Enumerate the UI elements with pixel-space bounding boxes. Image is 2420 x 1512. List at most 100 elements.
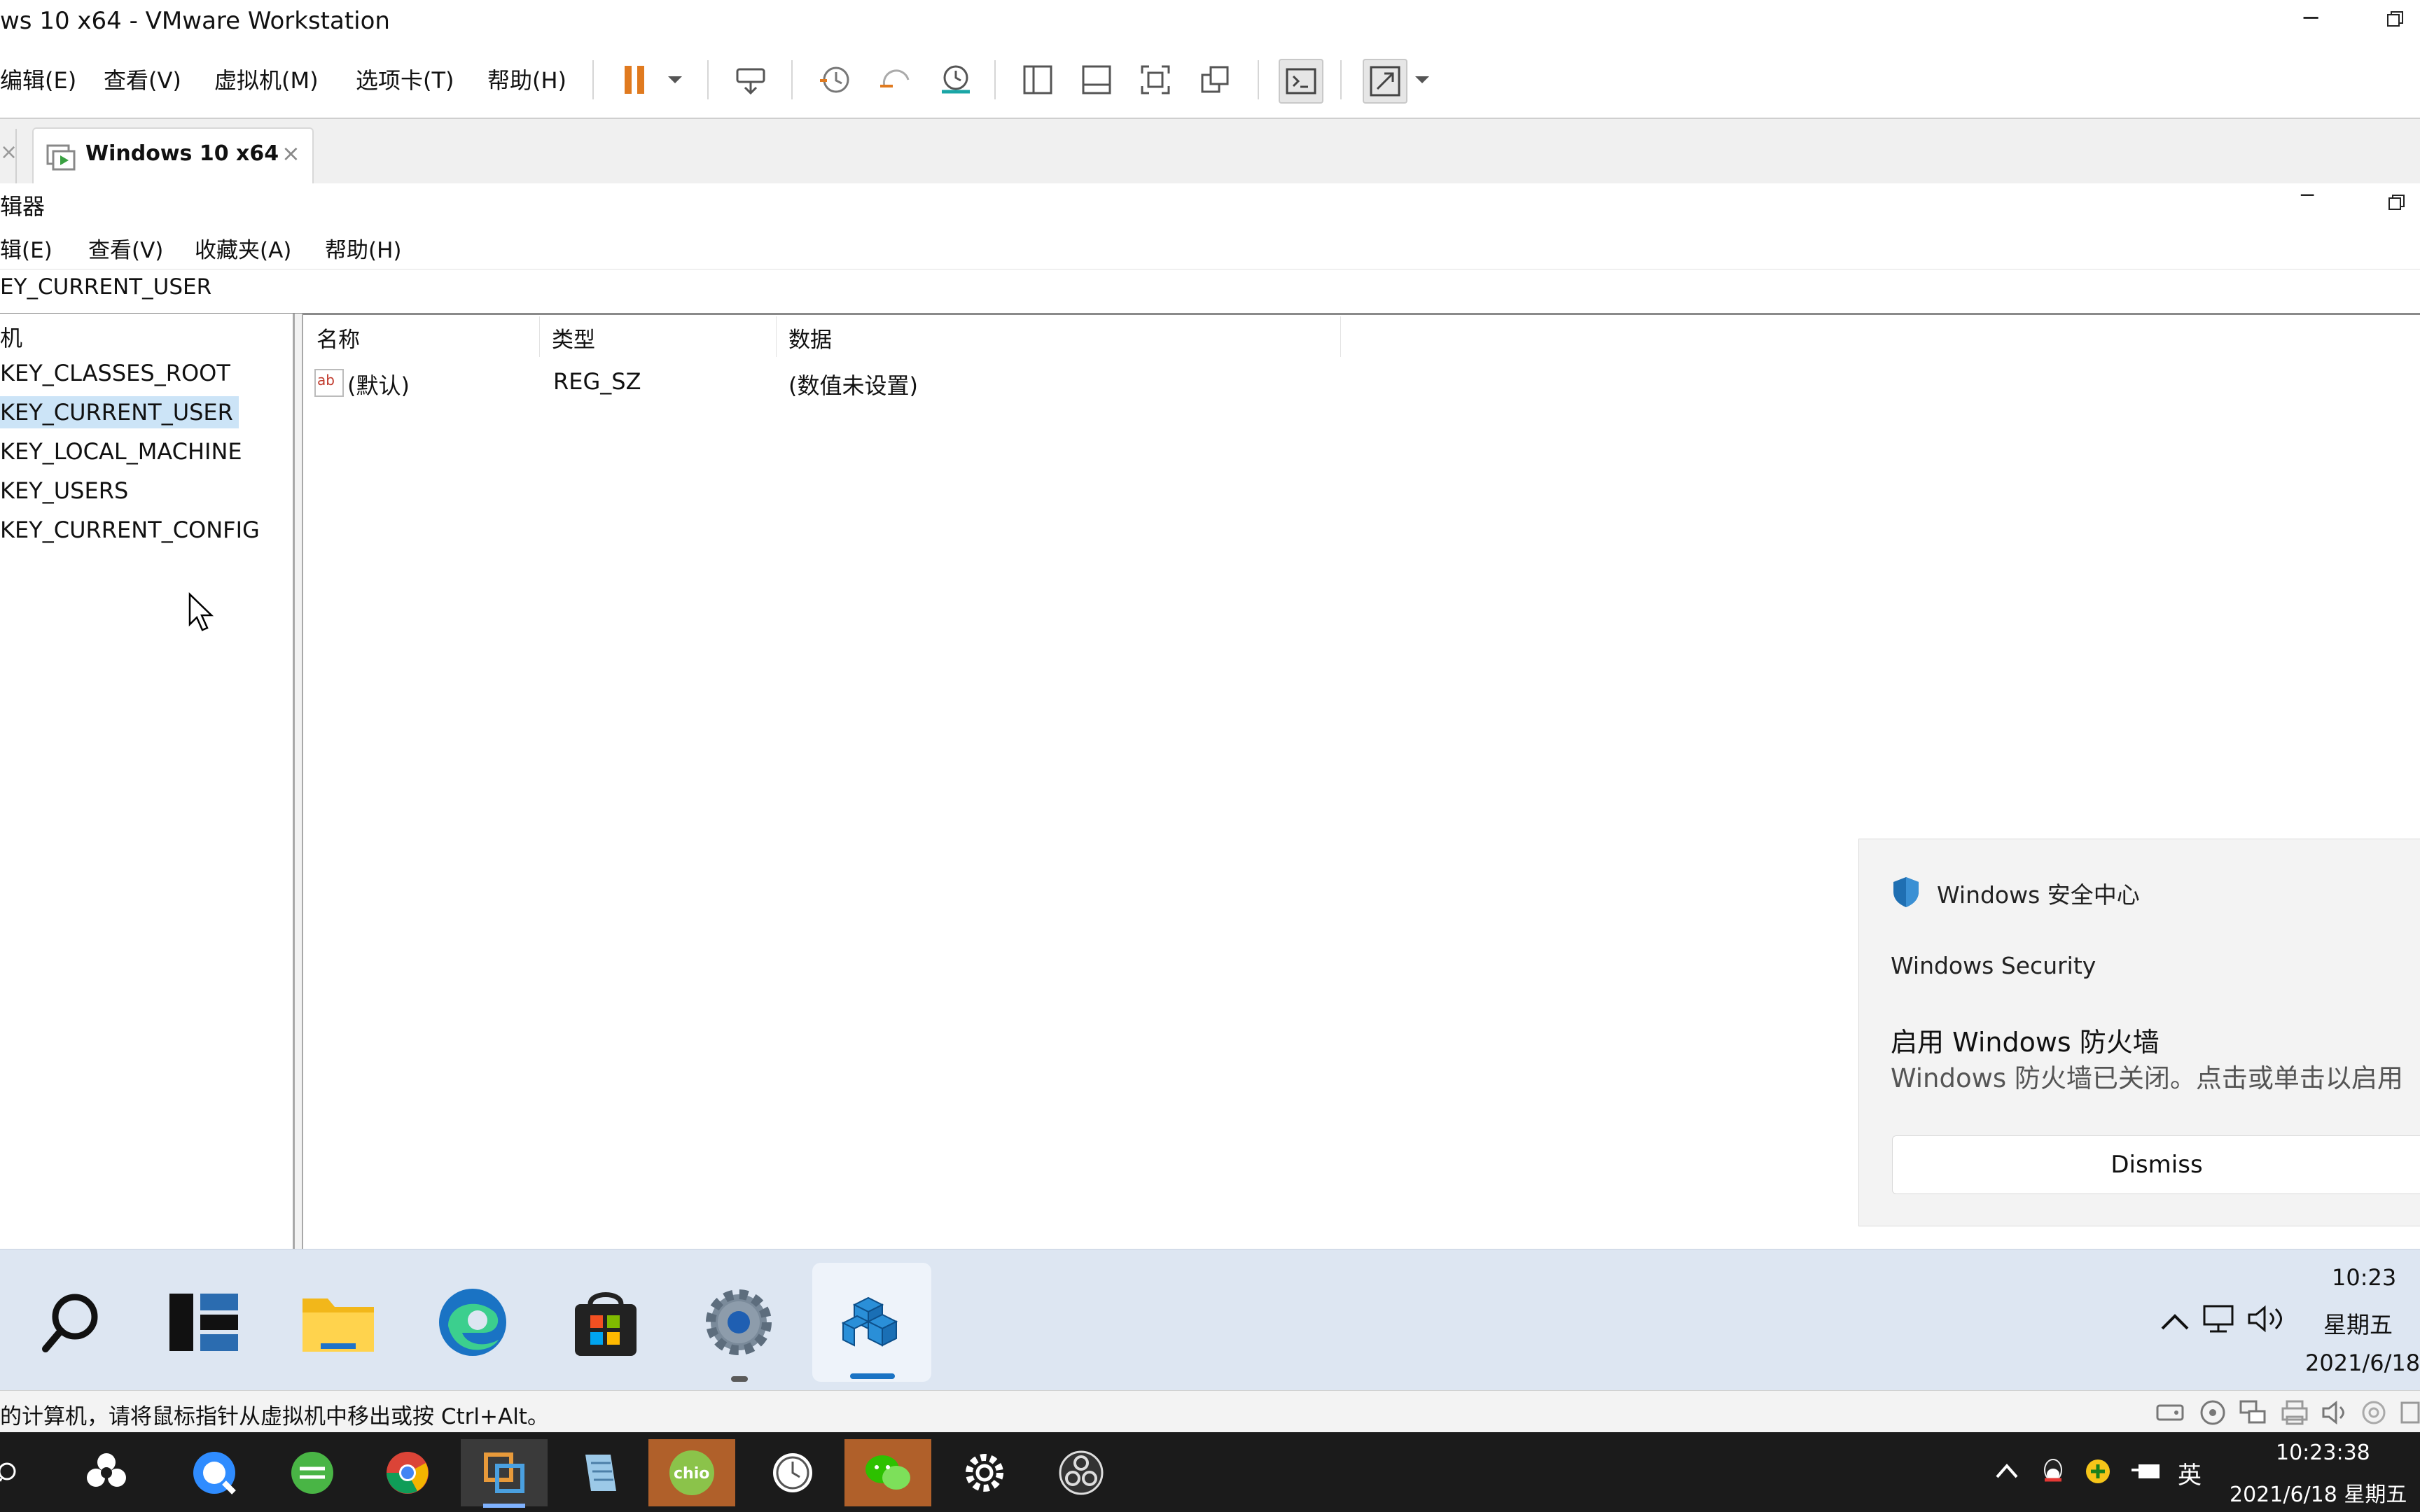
menu-view[interactable]: 查看(V)	[104, 63, 181, 95]
full-screen-button[interactable]	[1134, 59, 1176, 101]
regedit-menu-view[interactable]: 查看(V)	[88, 232, 163, 264]
menu-edit[interactable]: 编辑(E)	[0, 63, 76, 95]
menu-tabs[interactable]: 选项卡(T)	[356, 63, 454, 95]
vm-running-icon	[46, 144, 77, 175]
dismiss-button[interactable]: Dismiss	[1892, 1135, 2420, 1194]
microsoft-store-icon[interactable]	[546, 1263, 665, 1382]
caret-down-icon	[1415, 76, 1429, 83]
value-type-cell: REG_SZ	[553, 368, 641, 395]
host-notepad-icon[interactable]	[557, 1439, 644, 1506]
svg-text:chio: chio	[674, 1465, 709, 1483]
obs-icon[interactable]	[1038, 1439, 1125, 1506]
send-ctrl-alt-del-button[interactable]	[730, 59, 772, 101]
pause-button[interactable]	[613, 59, 655, 101]
wechat-icon[interactable]	[844, 1439, 931, 1506]
host-chevron-up-icon[interactable]	[1994, 1462, 2019, 1483]
file-explorer-icon[interactable]	[279, 1263, 398, 1382]
guest-clock-time[interactable]: 10:23	[2332, 1264, 2396, 1291]
network-adapter-icon[interactable]	[2238, 1399, 2267, 1429]
qq-icon[interactable]	[2039, 1456, 2067, 1490]
message-log-icon[interactable]	[2399, 1399, 2420, 1429]
regedit-restore-button[interactable]	[2388, 193, 2406, 214]
stretch-guest-button[interactable]	[1363, 59, 1407, 104]
power-dropdown-button[interactable]	[655, 59, 695, 101]
toast-heading: 启用 Windows 防火墙	[1891, 1027, 2160, 1058]
host-green-app-icon[interactable]	[269, 1439, 356, 1506]
tab-divider	[15, 129, 17, 183]
host-launcher-icon[interactable]	[63, 1439, 150, 1506]
regedit-minimize-button[interactable]: ─	[2301, 183, 2314, 208]
chevron-up-icon	[2161, 1314, 2189, 1330]
restore-icon	[2388, 195, 2405, 210]
column-divider[interactable]	[539, 316, 540, 357]
regedit-menu-favorites[interactable]: 收藏夹(A)	[195, 232, 291, 264]
column-divider[interactable]	[1340, 316, 1341, 357]
regedit-menu-help[interactable]: 帮助(H)	[325, 232, 402, 264]
volume-icon[interactable]	[2246, 1303, 2286, 1337]
printer-icon[interactable]	[2280, 1399, 2309, 1429]
console-view-button[interactable]	[1279, 59, 1323, 104]
tree-root-computer[interactable]: 机	[0, 321, 22, 353]
usb-device-icon[interactable]	[2360, 1399, 2388, 1429]
column-header-name[interactable]: 名称	[317, 322, 360, 354]
terminal-icon	[1286, 68, 1316, 94]
host-clock-time[interactable]: 10:23:38	[2276, 1441, 2370, 1465]
menu-help[interactable]: 帮助(H)	[487, 63, 566, 95]
show-hidden-icons-button[interactable]	[2160, 1306, 2190, 1338]
tab-label: Windows 10 x64	[85, 141, 279, 166]
cd-dvd-icon[interactable]	[2199, 1399, 2227, 1429]
search-icon[interactable]	[11, 1263, 130, 1382]
edge-browser-icon[interactable]	[413, 1263, 532, 1382]
toolbar-divider	[592, 60, 594, 99]
registry-editor-icon[interactable]	[812, 1263, 931, 1382]
tree-item-users[interactable]: KEY_USERS	[0, 477, 128, 504]
tree-item-classes-root[interactable]: KEY_CLASSES_ROOT	[0, 360, 230, 386]
string-value-icon: ab	[314, 368, 345, 400]
host-vmware-icon[interactable]	[461, 1439, 548, 1506]
host-settings-gear-icon[interactable]	[941, 1439, 1028, 1506]
unity-button[interactable]	[1195, 59, 1237, 101]
tree-item-local-machine[interactable]: KEY_LOCAL_MACHINE	[0, 438, 242, 465]
stretch-icon	[1370, 66, 1400, 97]
hard-disk-icon[interactable]	[2155, 1400, 2186, 1427]
widgets-icon[interactable]	[144, 1263, 263, 1382]
snapshot-manager-button[interactable]	[934, 59, 976, 101]
toolbar-divider	[1258, 60, 1259, 99]
network-icon[interactable]	[2202, 1303, 2238, 1337]
regedit-menu-edit[interactable]: 辑(E)	[0, 232, 53, 264]
column-header-type[interactable]: 类型	[552, 322, 595, 354]
shield-icon	[1891, 875, 1921, 911]
address-text: EY_CURRENT_USER	[0, 274, 212, 300]
tree-item-current-user[interactable]: KEY_CURRENT_USER	[0, 396, 239, 428]
stretch-dropdown-button[interactable]	[1405, 59, 1440, 101]
tray-plus-icon[interactable]	[2084, 1457, 2112, 1488]
restore-button[interactable]	[2386, 10, 2403, 27]
show-library-button[interactable]	[1017, 59, 1059, 101]
tab-windows-10-x64[interactable]: Windows 10 x64 ×	[32, 127, 314, 185]
host-search-icon[interactable]	[0, 1460, 24, 1491]
minimize-button[interactable]: ─	[2304, 4, 2318, 32]
host-network-icon[interactable]	[2130, 1460, 2162, 1487]
tab-close-button[interactable]: ×	[281, 140, 300, 167]
host-clock-date[interactable]: 2021/6/18 星期五	[2230, 1477, 2407, 1508]
column-header-data[interactable]: 数据	[788, 322, 832, 354]
tree-item-current-config[interactable]: KEY_CURRENT_CONFIG	[0, 517, 260, 543]
column-divider[interactable]	[776, 316, 777, 357]
menu-vm[interactable]: 虚拟机(M)	[214, 63, 319, 95]
show-thumbnail-bar-button[interactable]	[1076, 59, 1118, 101]
unity-windows-icon	[1201, 66, 1229, 93]
host-chio-app-icon[interactable]: chio	[648, 1439, 735, 1506]
revert-snapshot-button[interactable]	[874, 59, 916, 101]
guest-clock-weekday[interactable]: 星期五	[2323, 1306, 2393, 1340]
sound-card-icon[interactable]	[2321, 1399, 2350, 1429]
chrome-icon[interactable]	[364, 1439, 451, 1506]
guest-clock-date[interactable]: 2021/6/18	[2305, 1350, 2420, 1376]
input-method-indicator[interactable]: 英	[2178, 1456, 2202, 1490]
pane-splitter[interactable]	[295, 314, 303, 1249]
host-clock-app-icon[interactable]	[749, 1439, 836, 1506]
fullscreen-icon	[1141, 65, 1170, 94]
address-bar[interactable]	[0, 269, 2420, 315]
take-snapshot-button[interactable]	[814, 59, 856, 101]
host-browser-icon[interactable]	[171, 1439, 258, 1506]
settings-gear-icon[interactable]	[679, 1263, 798, 1382]
